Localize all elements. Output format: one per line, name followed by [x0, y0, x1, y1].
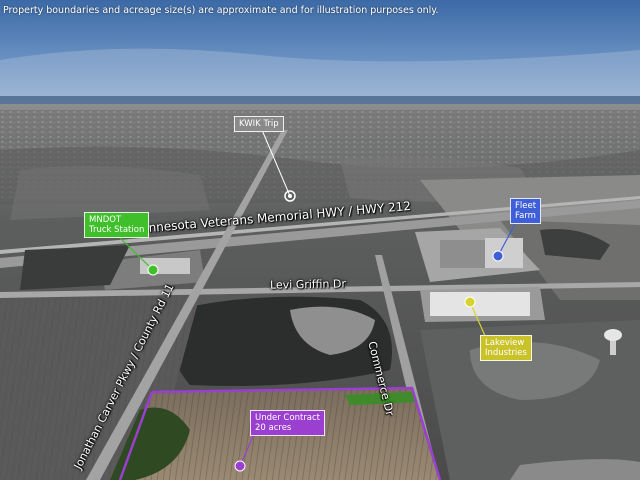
lakeview-label-line1: Lakeview	[485, 338, 525, 348]
kwik-trip-label: KWIK Trip	[239, 119, 279, 129]
under-contract-callout: Under Contract 20 acres	[250, 410, 325, 436]
fleet-farm-label-line1: Fleet	[515, 201, 537, 211]
fleet-farm-label-line2: Farm	[515, 211, 536, 221]
levi-griffin-dr-label: Levi Griffin Dr	[269, 277, 347, 292]
aerial-photo	[0, 0, 640, 480]
lakeview-label-line2: Industries	[485, 348, 527, 358]
aerial-map: Property boundaries and acreage size(s) …	[0, 0, 640, 480]
disclaimer-text: Property boundaries and acreage size(s) …	[3, 5, 439, 16]
kwik-trip-callout: KWIK Trip	[234, 116, 284, 132]
mndot-label-line2: Truck Station	[89, 225, 145, 235]
under-contract-label-line1: Under Contract	[255, 413, 320, 423]
mndot-callout: MNDOT Truck Station	[84, 212, 150, 238]
lakeview-industries-callout: Lakeview Industries	[480, 335, 532, 361]
under-contract-label-line2: 20 acres	[255, 423, 292, 433]
mndot-label-line1: MNDOT	[89, 215, 122, 225]
fleet-farm-callout: Fleet Farm	[510, 198, 542, 224]
